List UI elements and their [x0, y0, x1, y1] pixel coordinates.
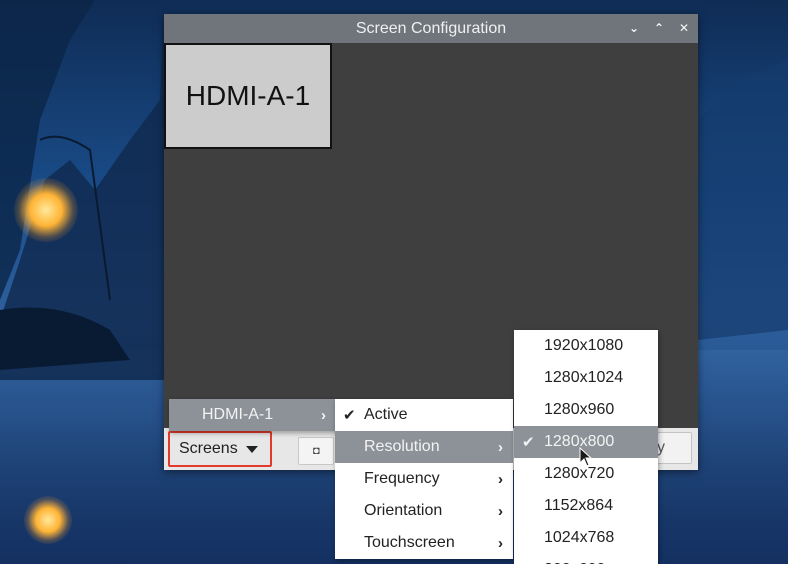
menu-item-label: 1280x720 [544, 465, 615, 482]
screens-button-label: Screens [179, 440, 238, 457]
menu-item-label: Touchscreen [364, 534, 455, 551]
menu-item-touchscreen[interactable]: Touchscreen › [335, 527, 513, 559]
chevron-right-icon: › [498, 470, 503, 488]
menu-item-resolution[interactable]: Resolution › [335, 431, 513, 463]
output-submenu: ✔ Active Resolution › Frequency › Orient… [335, 399, 513, 559]
menu-item-frequency[interactable]: Frequency › [335, 463, 513, 495]
close-icon[interactable]: ✕ [678, 14, 690, 43]
apply-button[interactable]: y [654, 432, 692, 464]
window-controls: ⌄ ⌃ ✕ [628, 14, 690, 43]
monitor-label: HDMI-A-1 [185, 80, 311, 111]
menu-item-resolution-option[interactable]: 1280x1024 [514, 362, 658, 394]
menu-item-label: 1280x960 [544, 401, 615, 418]
menu-item-resolution-option[interactable]: 1152x864 [514, 490, 658, 522]
layout-icon: ◘ [313, 445, 320, 457]
menu-item-label: Active [364, 406, 408, 423]
check-icon: ✔ [522, 434, 535, 451]
chevron-right-icon: › [498, 438, 503, 456]
menu-item-label: Orientation [364, 502, 443, 519]
mouse-cursor-icon [579, 447, 593, 467]
menu-item-label: 1280x1024 [544, 369, 624, 386]
menu-item-resolution-option[interactable]: 1920x1080 [514, 330, 658, 362]
menu-item-label: 1152x864 [544, 497, 614, 514]
screens-dropdown-menu: HDMI-A-1 › [169, 399, 336, 431]
apply-button-label: y [657, 439, 665, 456]
menu-item-hdmi-a-1[interactable]: HDMI-A-1 › [169, 399, 336, 431]
layout-button[interactable]: ◘ [298, 437, 334, 465]
lantern-reflection [24, 496, 72, 544]
minimize-icon[interactable]: ⌄ [628, 14, 640, 43]
menu-item-label: 1024x768 [544, 529, 615, 546]
menu-item-label: Frequency [364, 470, 440, 487]
menu-item-label: Resolution [364, 438, 440, 455]
monitor-hdmi-a-1[interactable]: HDMI-A-1 [164, 43, 332, 149]
caret-down-icon [245, 445, 258, 453]
menu-item-resolution-option[interactable]: 1024x768 [514, 522, 658, 554]
window-title: Screen Configuration [355, 20, 507, 37]
menu-item-orientation[interactable]: Orientation › [335, 495, 513, 527]
menu-item-resolution-option[interactable]: 1280x960 [514, 394, 658, 426]
chevron-right-icon: › [498, 534, 503, 552]
chevron-right-icon: › [321, 406, 326, 424]
screens-menu-button[interactable]: Screens [168, 431, 272, 467]
check-icon: ✔ [343, 407, 356, 424]
menu-item-label: HDMI-A-1 [202, 406, 274, 423]
maximize-icon[interactable]: ⌃ [653, 14, 665, 43]
window-titlebar[interactable]: Screen Configuration ⌄ ⌃ ✕ [164, 14, 698, 43]
chevron-right-icon: › [498, 502, 503, 520]
menu-item-resolution-option[interactable]: 800x600 [514, 554, 658, 564]
menu-item-label: 1920x1080 [544, 337, 624, 354]
lantern-glow [14, 178, 78, 242]
menu-item-active[interactable]: ✔ Active [335, 399, 513, 431]
